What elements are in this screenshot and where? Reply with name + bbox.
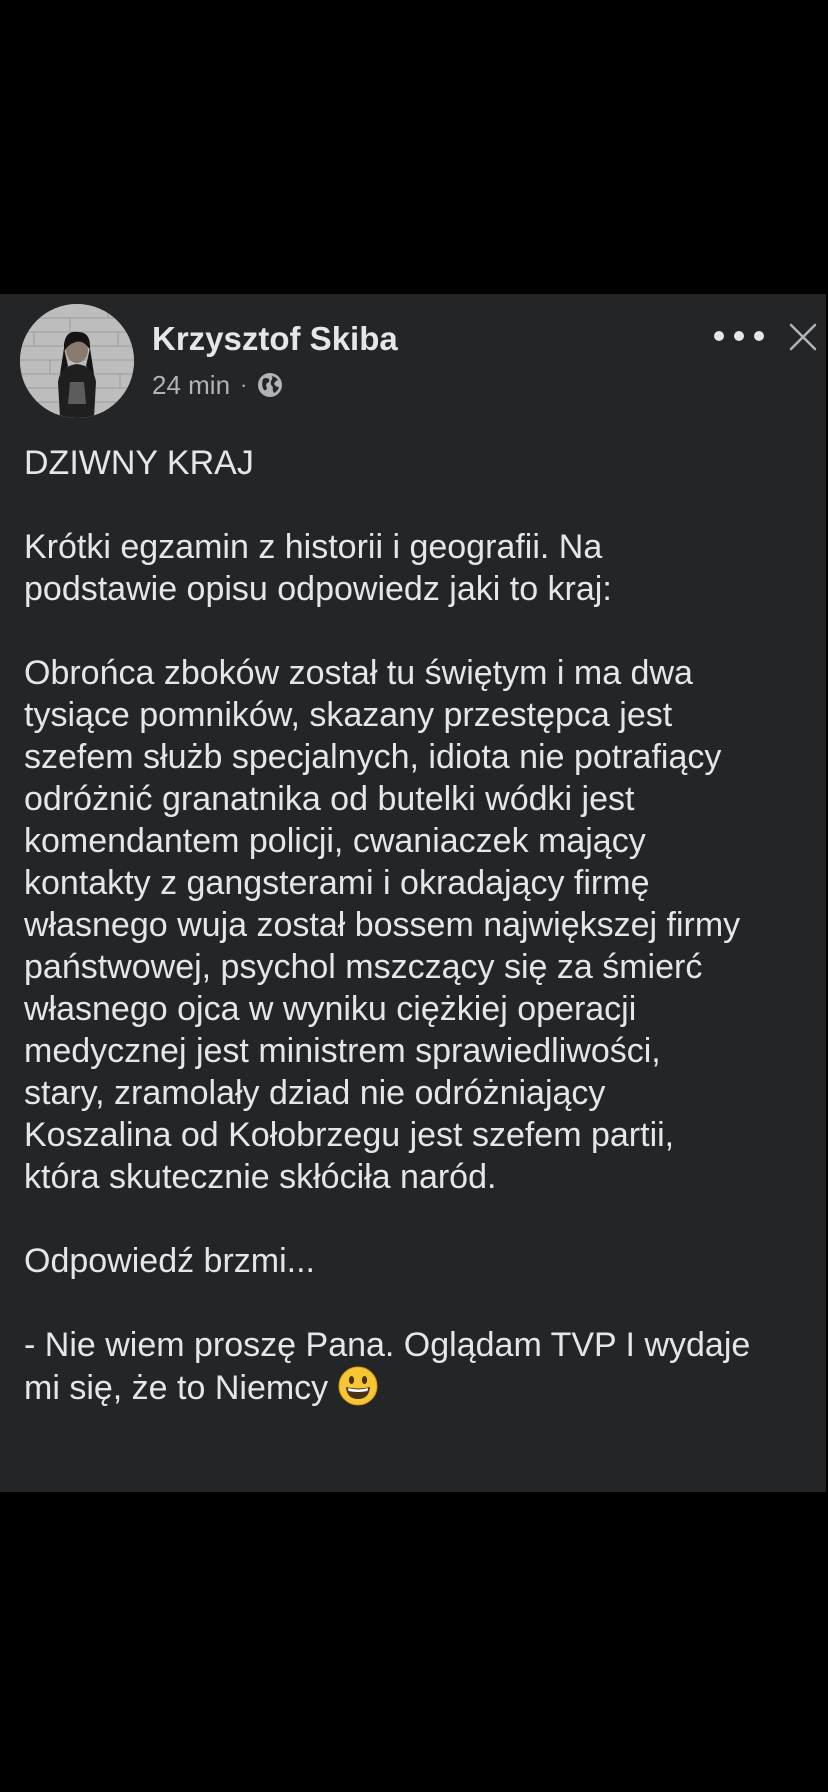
globe-icon[interactable]	[257, 372, 283, 398]
answer-line-last: mi się, że to Niemcy	[24, 1366, 824, 1409]
answer-line: mi się, że to Niemcy	[24, 1369, 329, 1407]
answer-line: - Nie wiem proszę Pana. Oglądam TVP I wy…	[24, 1326, 751, 1364]
post-timestamp[interactable]: 24 min	[152, 370, 230, 401]
body-line: własnego ojca w wyniku ciężkiej operacji	[24, 990, 637, 1028]
close-icon[interactable]	[788, 322, 818, 352]
body-line: szefem służb specjalnych, idiota nie pot…	[24, 738, 722, 776]
post-meta: 24 min ·	[152, 368, 283, 402]
body-line: własnego wuja został bossem największej …	[24, 906, 741, 944]
post-title: DZIWNY KRAJ	[24, 444, 254, 482]
answer-label: Odpowiedź brzmi...	[24, 1242, 315, 1280]
grinning-face-emoji	[338, 1366, 378, 1406]
body-line: Koszalina od Kołobrzegu jest szefem part…	[24, 1116, 675, 1154]
intro-line: podstawie opisu odpowiedz jaki to kraj:	[24, 570, 612, 608]
body-line: kontakty z gangsterami i okradający firm…	[24, 864, 650, 902]
body-line: odróżnić granatnika od butelki wódki jes…	[24, 780, 635, 818]
more-options-icon[interactable]	[714, 324, 764, 348]
author-name[interactable]: Krzysztof Skiba	[152, 320, 398, 358]
post-card: Krzysztof Skiba 24 min · DZIWNY KRAJ Kró…	[0, 294, 826, 1492]
avatar[interactable]	[20, 304, 134, 418]
body-line: medycznej jest ministrem sprawiedliwości…	[24, 1032, 661, 1070]
body-line: która skutecznie skłóciła naród.	[24, 1158, 497, 1196]
body-line: Obrońca zboków został tu świętym i ma dw…	[24, 654, 693, 692]
body-line: stary, zramolały dziad nie odróżniający	[24, 1074, 606, 1112]
post-header: Krzysztof Skiba 24 min ·	[0, 294, 826, 418]
body-line: państwowej, psychol mszczący się za śmie…	[24, 948, 703, 986]
intro-line: Krótki egzamin z historii i geografii. N…	[24, 528, 603, 566]
body-line: tysiące pomników, skazany przestępca jes…	[24, 696, 673, 734]
post-body: DZIWNY KRAJ Krótki egzamin z historii i …	[24, 442, 824, 1409]
body-line: komendantem policji, cwaniaczek mający	[24, 822, 646, 860]
meta-separator: ·	[240, 372, 248, 397]
